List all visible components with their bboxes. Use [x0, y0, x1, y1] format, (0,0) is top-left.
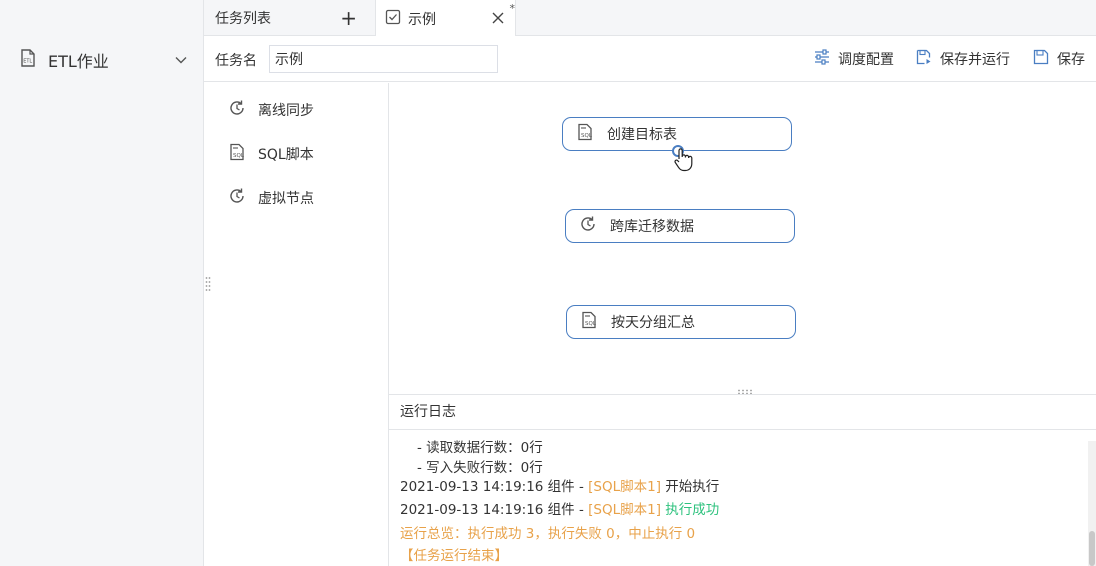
sliders-icon	[814, 49, 830, 69]
svg-text:ETL: ETL	[23, 59, 32, 65]
save-icon	[1033, 49, 1049, 69]
svg-text:SQL: SQL	[233, 153, 245, 159]
log-line: - 写入失败行数：0行	[400, 456, 543, 476]
node-label: 创建目标表	[607, 127, 677, 143]
save-button[interactable]: 保存	[1033, 49, 1085, 69]
log-line: - 读取数据行数：0行	[400, 436, 543, 456]
unsaved-marker: *	[509, 2, 516, 15]
task-name-input[interactable]	[269, 45, 498, 73]
save-run-icon	[916, 49, 932, 69]
palette-item-label: 虚拟节点	[258, 191, 314, 207]
palette-item-label: SQL脚本	[258, 147, 314, 163]
flow-node-cross-db-migrate[interactable]: 跨库迁移数据	[565, 209, 795, 243]
component-palette: 离线同步 SQL SQL脚本 虚拟节点	[204, 83, 389, 566]
checklist-icon	[385, 9, 401, 29]
log-component-name: [SQL脚本1]	[588, 502, 661, 518]
log-line-text: - 读取数据行数：0行	[417, 440, 543, 456]
sql-icon: SQL	[580, 311, 598, 333]
workflow-canvas[interactable]: SQL 创建目标表 跨库迁移数据 SQL 按天分组汇总	[389, 83, 1096, 395]
node-label: 跨库迁移数据	[610, 219, 694, 235]
save-and-run-button[interactable]: 保存并运行	[916, 49, 1010, 69]
log-line: 2021-09-13 14:19:16 组件 - [SQL脚本1] 开始执行	[400, 475, 719, 495]
log-line: 2021-09-13 14:19:16 组件 - [SQL脚本1] 执行成功	[400, 498, 719, 518]
palette-item-label: 离线同步	[258, 103, 314, 119]
sidebar-item-etl[interactable]: ETL ETL作业	[0, 40, 204, 80]
log-line-prefix: 2021-09-13 14:19:16 组件 -	[400, 479, 589, 495]
log-scrollbar[interactable]	[1088, 441, 1096, 566]
add-tab-icon[interactable]: +	[340, 8, 357, 28]
save-and-run-label: 保存并运行	[940, 52, 1010, 68]
close-icon[interactable]	[491, 11, 505, 29]
sidebar-resize-handle[interactable]	[205, 276, 211, 292]
save-label: 保存	[1057, 52, 1085, 68]
log-line-text: 运行总览：执行成功 3，执行失败 0，中止执行 0	[400, 526, 696, 542]
document-icon: ETL	[20, 49, 36, 71]
node-label: 按天分组汇总	[611, 315, 695, 331]
tab-example[interactable]: 示例 *	[376, 0, 516, 37]
log-status-text: 开始执行	[660, 479, 720, 495]
log-status-text: 执行成功	[660, 502, 720, 518]
log-panel-resize-handle[interactable]	[737, 383, 753, 395]
log-panel-body[interactable]: - 读取数据行数：0行 - 写入失败行数：0行 2021-09-13 14:19…	[389, 431, 1096, 566]
log-end-line: 【任务运行结束】	[400, 544, 508, 564]
schedule-config-label: 调度配置	[838, 52, 894, 68]
sql-icon: SQL	[576, 123, 594, 145]
palette-item-offline-sync[interactable]: 离线同步	[228, 98, 314, 122]
task-name-label: 任务名	[215, 53, 257, 69]
chevron-down-icon[interactable]	[174, 53, 188, 71]
svg-text:SQL: SQL	[581, 133, 593, 139]
sidebar-item-label: ETL作业	[48, 52, 109, 71]
palette-item-sql-script[interactable]: SQL SQL脚本	[228, 142, 314, 166]
tab-task-list[interactable]: 任务列表 +	[204, 0, 376, 36]
sync-icon	[579, 215, 597, 237]
sync-icon	[228, 187, 246, 209]
flow-node-daily-summary[interactable]: SQL 按天分组汇总	[566, 305, 796, 339]
log-line-text: - 写入失败行数：0行	[417, 460, 543, 476]
log-panel-title: 运行日志	[400, 404, 456, 420]
log-component-name: [SQL脚本1]	[588, 479, 661, 495]
hand-cursor-icon	[673, 147, 695, 177]
tab-label: 任务列表	[215, 11, 271, 27]
log-line-text: 【任务运行结束】	[400, 548, 508, 564]
svg-text:SQL: SQL	[585, 321, 597, 327]
log-panel-header: 运行日志	[389, 394, 1096, 430]
tab-bar: 任务列表 + 示例 *	[204, 0, 1096, 37]
etl-editor-window: ETL ETL作业 任务列表 + 示例 * 任务名 示例 调度配置 保存并运行 …	[0, 0, 1096, 566]
schedule-config-button[interactable]: 调度配置	[814, 49, 894, 69]
palette-item-virtual-node[interactable]: 虚拟节点	[228, 186, 314, 210]
log-line-prefix: 2021-09-13 14:19:16 组件 -	[400, 502, 589, 518]
task-toolbar: 任务名 调度配置 保存并运行 保存	[204, 36, 1096, 82]
tab-label: 示例	[408, 11, 436, 28]
log-summary-line: 运行总览：执行成功 3，执行失败 0，中止执行 0	[400, 522, 695, 542]
sync-icon	[228, 99, 246, 121]
log-scrollbar-thumb[interactable]	[1089, 531, 1095, 566]
sql-icon: SQL	[228, 143, 246, 165]
app-sidebar: ETL ETL作业	[0, 0, 204, 566]
